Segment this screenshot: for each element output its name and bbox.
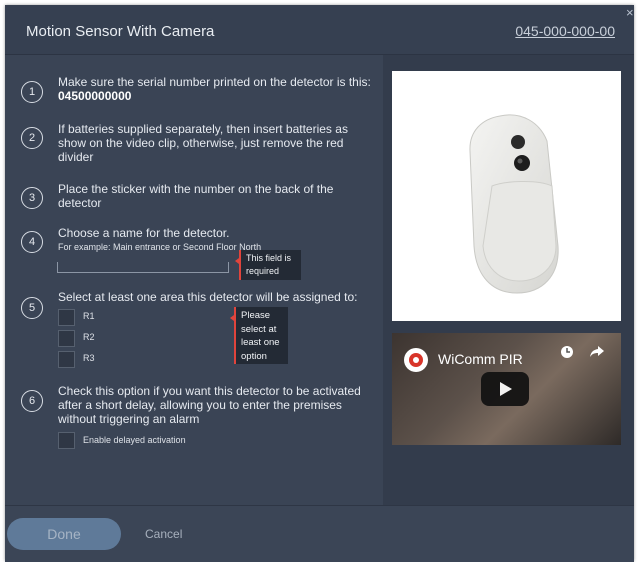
play-button[interactable] bbox=[481, 372, 529, 406]
step-6-number: 6 bbox=[21, 390, 43, 412]
step-2-text: If batteries supplied separately, then i… bbox=[58, 122, 348, 164]
step-2-number: 2 bbox=[21, 127, 43, 149]
motion-sensor-dialog: Motion Sensor With Camera 045-000-000-00… bbox=[5, 5, 634, 562]
step-1-text-label: Make sure the serial number printed on t… bbox=[58, 75, 371, 89]
dialog-footer: Done Cancel bbox=[5, 505, 634, 562]
area-required-tooltip: Please select at least one option bbox=[230, 307, 288, 364]
delayed-activation-checkbox[interactable] bbox=[58, 432, 75, 449]
cancel-button[interactable]: Cancel bbox=[145, 527, 182, 541]
step-4-text: Choose a name for the detector. bbox=[58, 226, 230, 240]
area-r3-label: R3 bbox=[83, 353, 95, 363]
step-3-number: 3 bbox=[21, 187, 43, 209]
media-panel: WiComm PIR bbox=[383, 55, 634, 505]
area-r1-label: R1 bbox=[83, 311, 95, 321]
clock-icon[interactable] bbox=[560, 345, 574, 359]
share-icon[interactable] bbox=[589, 345, 605, 359]
video-title: WiComm PIR bbox=[438, 351, 523, 367]
step-5-number: 5 bbox=[21, 297, 43, 319]
step-3-text: Place the sticker with the number on the… bbox=[58, 182, 334, 210]
area-r1-checkbox[interactable] bbox=[58, 309, 75, 326]
step-1-text: Make sure the serial number printed on t… bbox=[58, 75, 373, 103]
motion-sensor-illustration bbox=[469, 114, 559, 294]
close-icon[interactable]: × bbox=[626, 6, 634, 19]
serial-number-link[interactable]: 045-000-000-00 bbox=[515, 23, 615, 39]
area-r2-label: R2 bbox=[83, 332, 95, 342]
channel-logo-icon bbox=[404, 348, 428, 372]
area-r3-checkbox[interactable] bbox=[58, 351, 75, 368]
detector-product-image bbox=[392, 71, 621, 321]
play-icon bbox=[500, 382, 512, 396]
name-required-tooltip: This field is required bbox=[235, 250, 301, 280]
area-r2-checkbox[interactable] bbox=[58, 330, 75, 347]
done-button[interactable]: Done bbox=[7, 518, 121, 550]
video-player[interactable]: WiComm PIR bbox=[392, 333, 621, 445]
step-6-text: Check this option if you want this detec… bbox=[58, 384, 361, 426]
detector-name-hint: For example: Main entrance or Second Flo… bbox=[58, 242, 262, 252]
detector-name-input[interactable] bbox=[57, 262, 229, 273]
setup-steps: 1 Make sure the serial number printed on… bbox=[5, 55, 383, 505]
step-1-number: 1 bbox=[21, 81, 43, 103]
serial-number-value: 04500000000 bbox=[58, 89, 132, 103]
delayed-activation-label: Enable delayed activation bbox=[83, 435, 186, 445]
step-4-number: 4 bbox=[21, 231, 43, 253]
dialog-header: Motion Sensor With Camera 045-000-000-00 bbox=[5, 5, 634, 55]
dialog-title: Motion Sensor With Camera bbox=[26, 23, 215, 40]
step-5-text: Select at least one area this detector w… bbox=[58, 290, 358, 304]
